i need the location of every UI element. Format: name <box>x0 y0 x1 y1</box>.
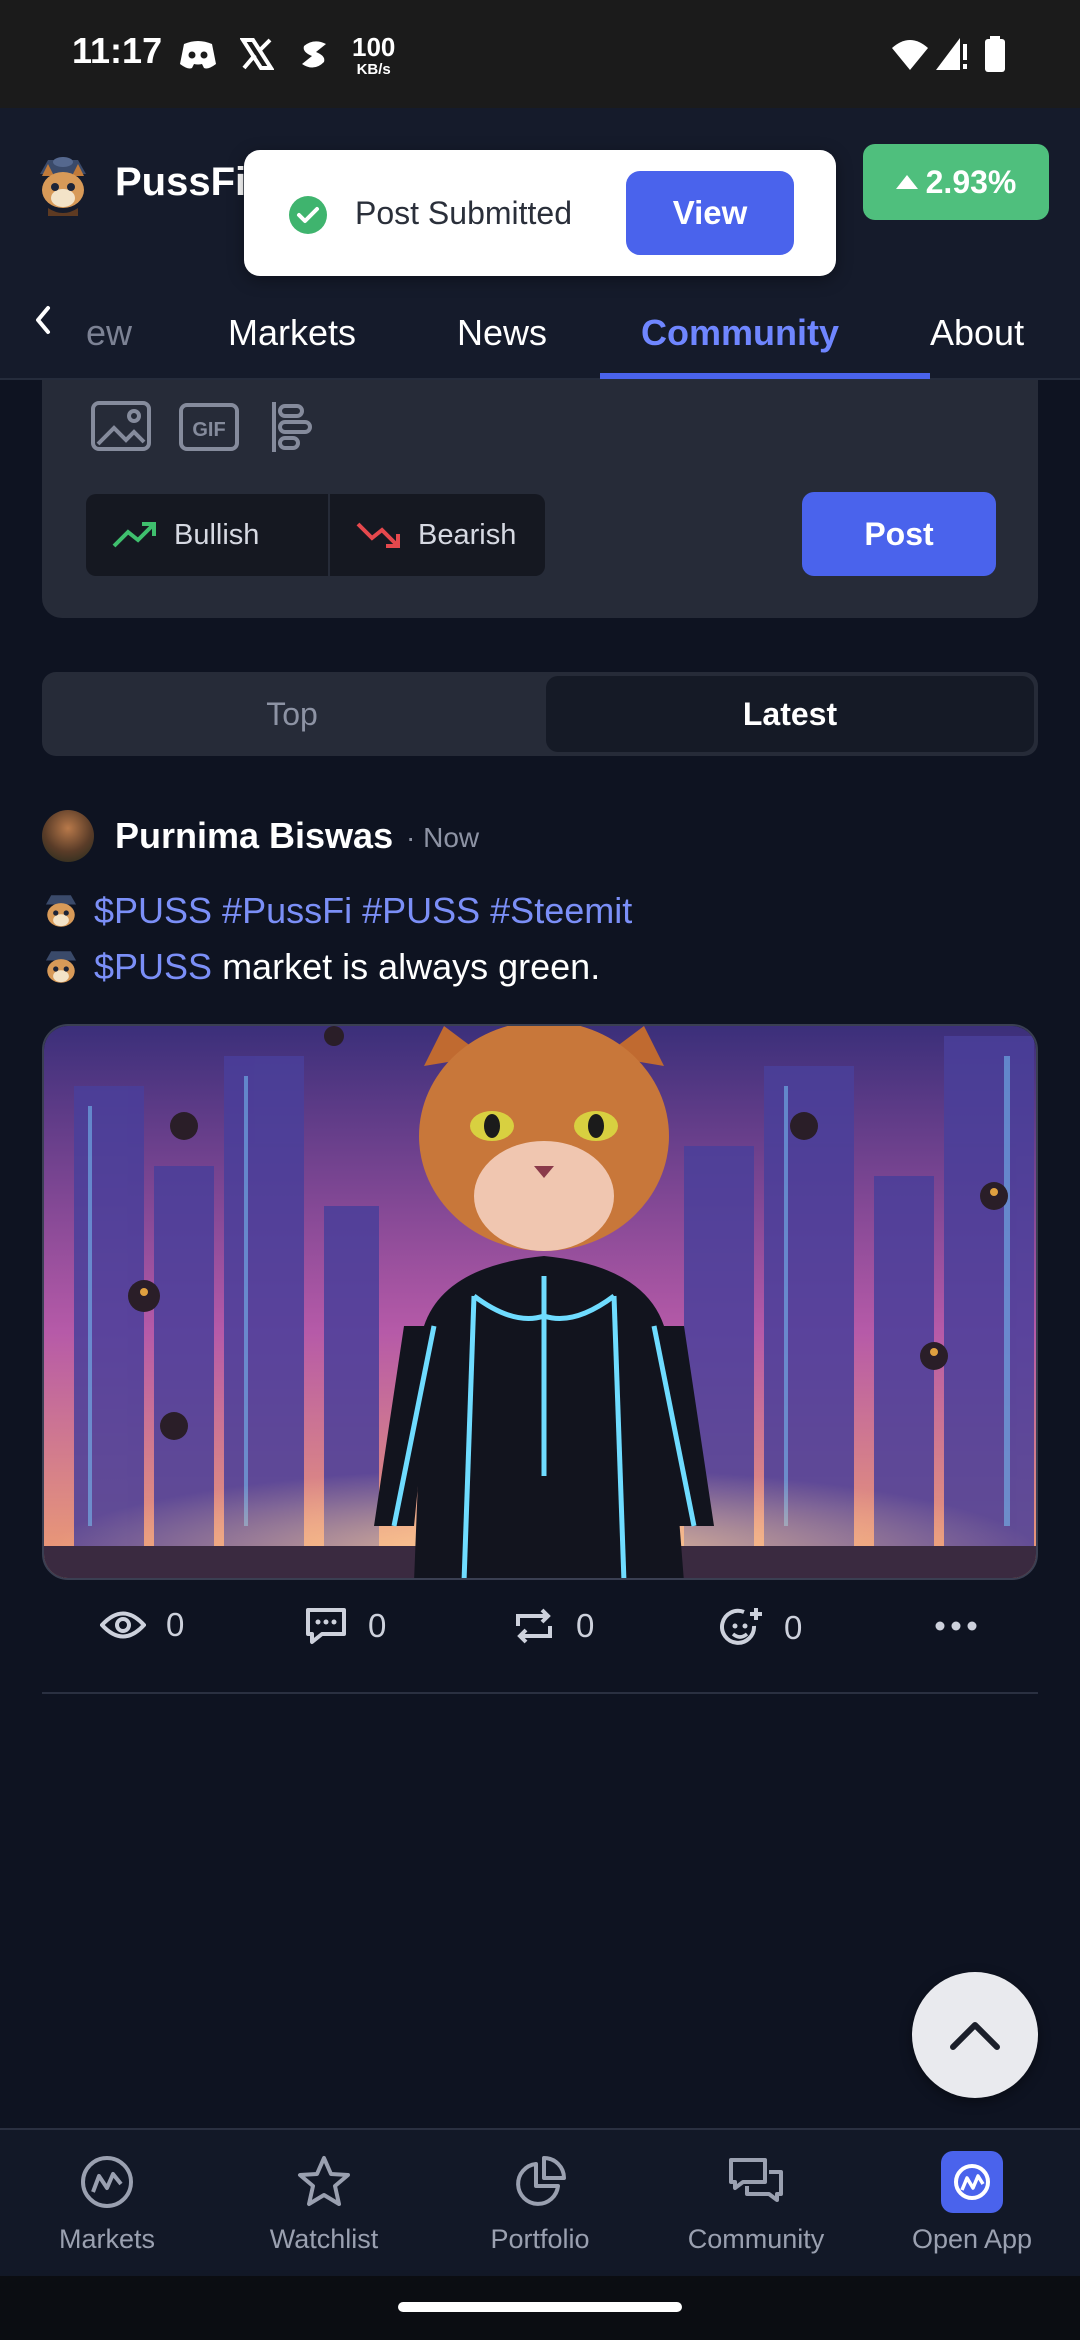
gesture-bar <box>0 2276 1080 2340</box>
nav-community-label: Community <box>687 2224 825 2254</box>
steem-logo-icon <box>302 41 326 68</box>
bearish-button[interactable]: Bearish <box>330 494 545 576</box>
gif-icon[interactable]: GIF <box>178 400 240 454</box>
pie-chart-icon <box>516 2156 566 2206</box>
nav-community[interactable]: Community <box>661 2150 851 2255</box>
puss-token-icon <box>45 895 77 927</box>
scroll-to-top-button[interactable] <box>912 1972 1038 2098</box>
chevron-left-icon[interactable] <box>28 300 58 340</box>
repost-icon <box>516 1608 552 1644</box>
nav-open-app-label: Open App <box>911 2224 1033 2254</box>
more-options-icon[interactable] <box>934 1620 978 1632</box>
post-time: · Now <box>406 822 480 853</box>
status-time: 11:17 <box>72 30 163 71</box>
nav-watchlist-label: Watchlist <box>269 2224 379 2254</box>
home-indicator[interactable] <box>398 2302 682 2312</box>
reposts-count: 0 <box>576 1607 595 1644</box>
nav-markets[interactable]: Markets <box>12 2150 202 2255</box>
app-title: PussFi <box>115 160 247 204</box>
coinmarketcap-logo-icon <box>941 2151 1003 2213</box>
check-icon <box>289 196 327 234</box>
tab-about[interactable]: About <box>930 312 1024 354</box>
trend-up-icon <box>112 522 156 548</box>
bottom-navigation: Markets Watchlist Portfolio Community Op… <box>0 2128 1080 2276</box>
puss-token-icon <box>45 951 77 983</box>
comments-stat[interactable]: 0 <box>304 1606 386 1646</box>
cell-signal-icon <box>936 38 967 70</box>
bullish-button[interactable]: Bullish <box>86 494 328 576</box>
reactions-count: 0 <box>784 1609 803 1646</box>
chevron-up-icon <box>950 2022 1000 2050</box>
discord-icon <box>180 41 216 69</box>
nav-watchlist[interactable]: Watchlist <box>229 2150 419 2255</box>
post-body-text: market is always green. <box>212 946 601 987</box>
toast-message: Post Submitted <box>355 195 572 231</box>
toast-view-button[interactable]: View <box>626 171 794 255</box>
post-line-text: $PUSS market is always green. <box>42 946 600 988</box>
post-author[interactable]: Purnima Biswas <box>115 815 393 857</box>
post-composer: GIF Bullish Bearish Post <box>42 380 1038 618</box>
nav-open-app[interactable]: Open App <box>877 2150 1067 2255</box>
nav-portfolio[interactable]: Portfolio <box>445 2150 635 2255</box>
views-count: 0 <box>166 1606 185 1643</box>
network-speed: 100 KB/s <box>352 32 396 78</box>
comment-icon <box>306 1608 346 1644</box>
markets-icon <box>81 2156 133 2208</box>
star-icon <box>298 2156 350 2206</box>
bullish-label: Bullish <box>174 518 260 551</box>
post-cashtag[interactable]: $PUSS <box>94 946 212 988</box>
svg-text:GIF: GIF <box>192 419 225 441</box>
up-triangle-icon <box>895 175 918 189</box>
eye-icon <box>100 1611 146 1639</box>
pussfi-logo-icon[interactable] <box>34 152 92 216</box>
post-submitted-toast: Post Submitted View <box>244 150 836 276</box>
post-button[interactable]: Post <box>802 492 996 576</box>
tab-bar: ew Markets News Community About <box>0 258 1080 380</box>
views-stat[interactable]: 0 <box>100 1606 184 1644</box>
post-stats: 0 0 0 0 <box>0 1600 1080 1664</box>
comments-count: 0 <box>368 1607 387 1644</box>
battery-icon <box>985 36 1005 72</box>
tab-community[interactable]: Community <box>641 312 839 354</box>
cat-hero-illustration <box>44 1026 1036 1578</box>
trend-down-icon <box>356 522 400 548</box>
tab-overview[interactable]: ew <box>86 312 132 354</box>
status-bar: 11:17 100 KB/s <box>0 0 1080 108</box>
x-logo-icon <box>240 38 274 70</box>
price-change-badge[interactable]: 2.93% <box>863 144 1049 220</box>
tab-markets[interactable]: Markets <box>228 312 356 354</box>
post-divider <box>42 1692 1038 1694</box>
reposts-stat[interactable]: 0 <box>512 1606 594 1646</box>
image-upload-icon[interactable] <box>90 400 152 454</box>
poll-icon[interactable] <box>270 400 314 454</box>
active-tab-indicator <box>600 373 930 379</box>
bearish-label: Bearish <box>418 518 517 551</box>
add-reaction-icon <box>720 1608 762 1645</box>
post-hashtags[interactable]: $PUSS #PussFi #PUSS #Steemit <box>94 890 632 932</box>
nav-portfolio-label: Portfolio <box>490 2224 590 2254</box>
post-line-tags: $PUSS #PussFi #PUSS #Steemit <box>42 890 632 932</box>
sort-toggle: Top Latest <box>42 672 1038 756</box>
sort-top-option[interactable]: Top <box>42 672 542 756</box>
author-avatar[interactable] <box>42 810 94 862</box>
price-change-value: 2.93% <box>925 163 1017 200</box>
post-image[interactable] <box>42 1024 1038 1580</box>
chat-bubbles-icon <box>729 2158 783 2202</box>
reactions-stat[interactable]: 0 <box>720 1606 802 1650</box>
sort-latest-option[interactable]: Latest <box>546 676 1034 752</box>
tab-news[interactable]: News <box>457 312 547 354</box>
wifi-icon <box>892 40 928 70</box>
nav-markets-label: Markets <box>58 2224 156 2254</box>
